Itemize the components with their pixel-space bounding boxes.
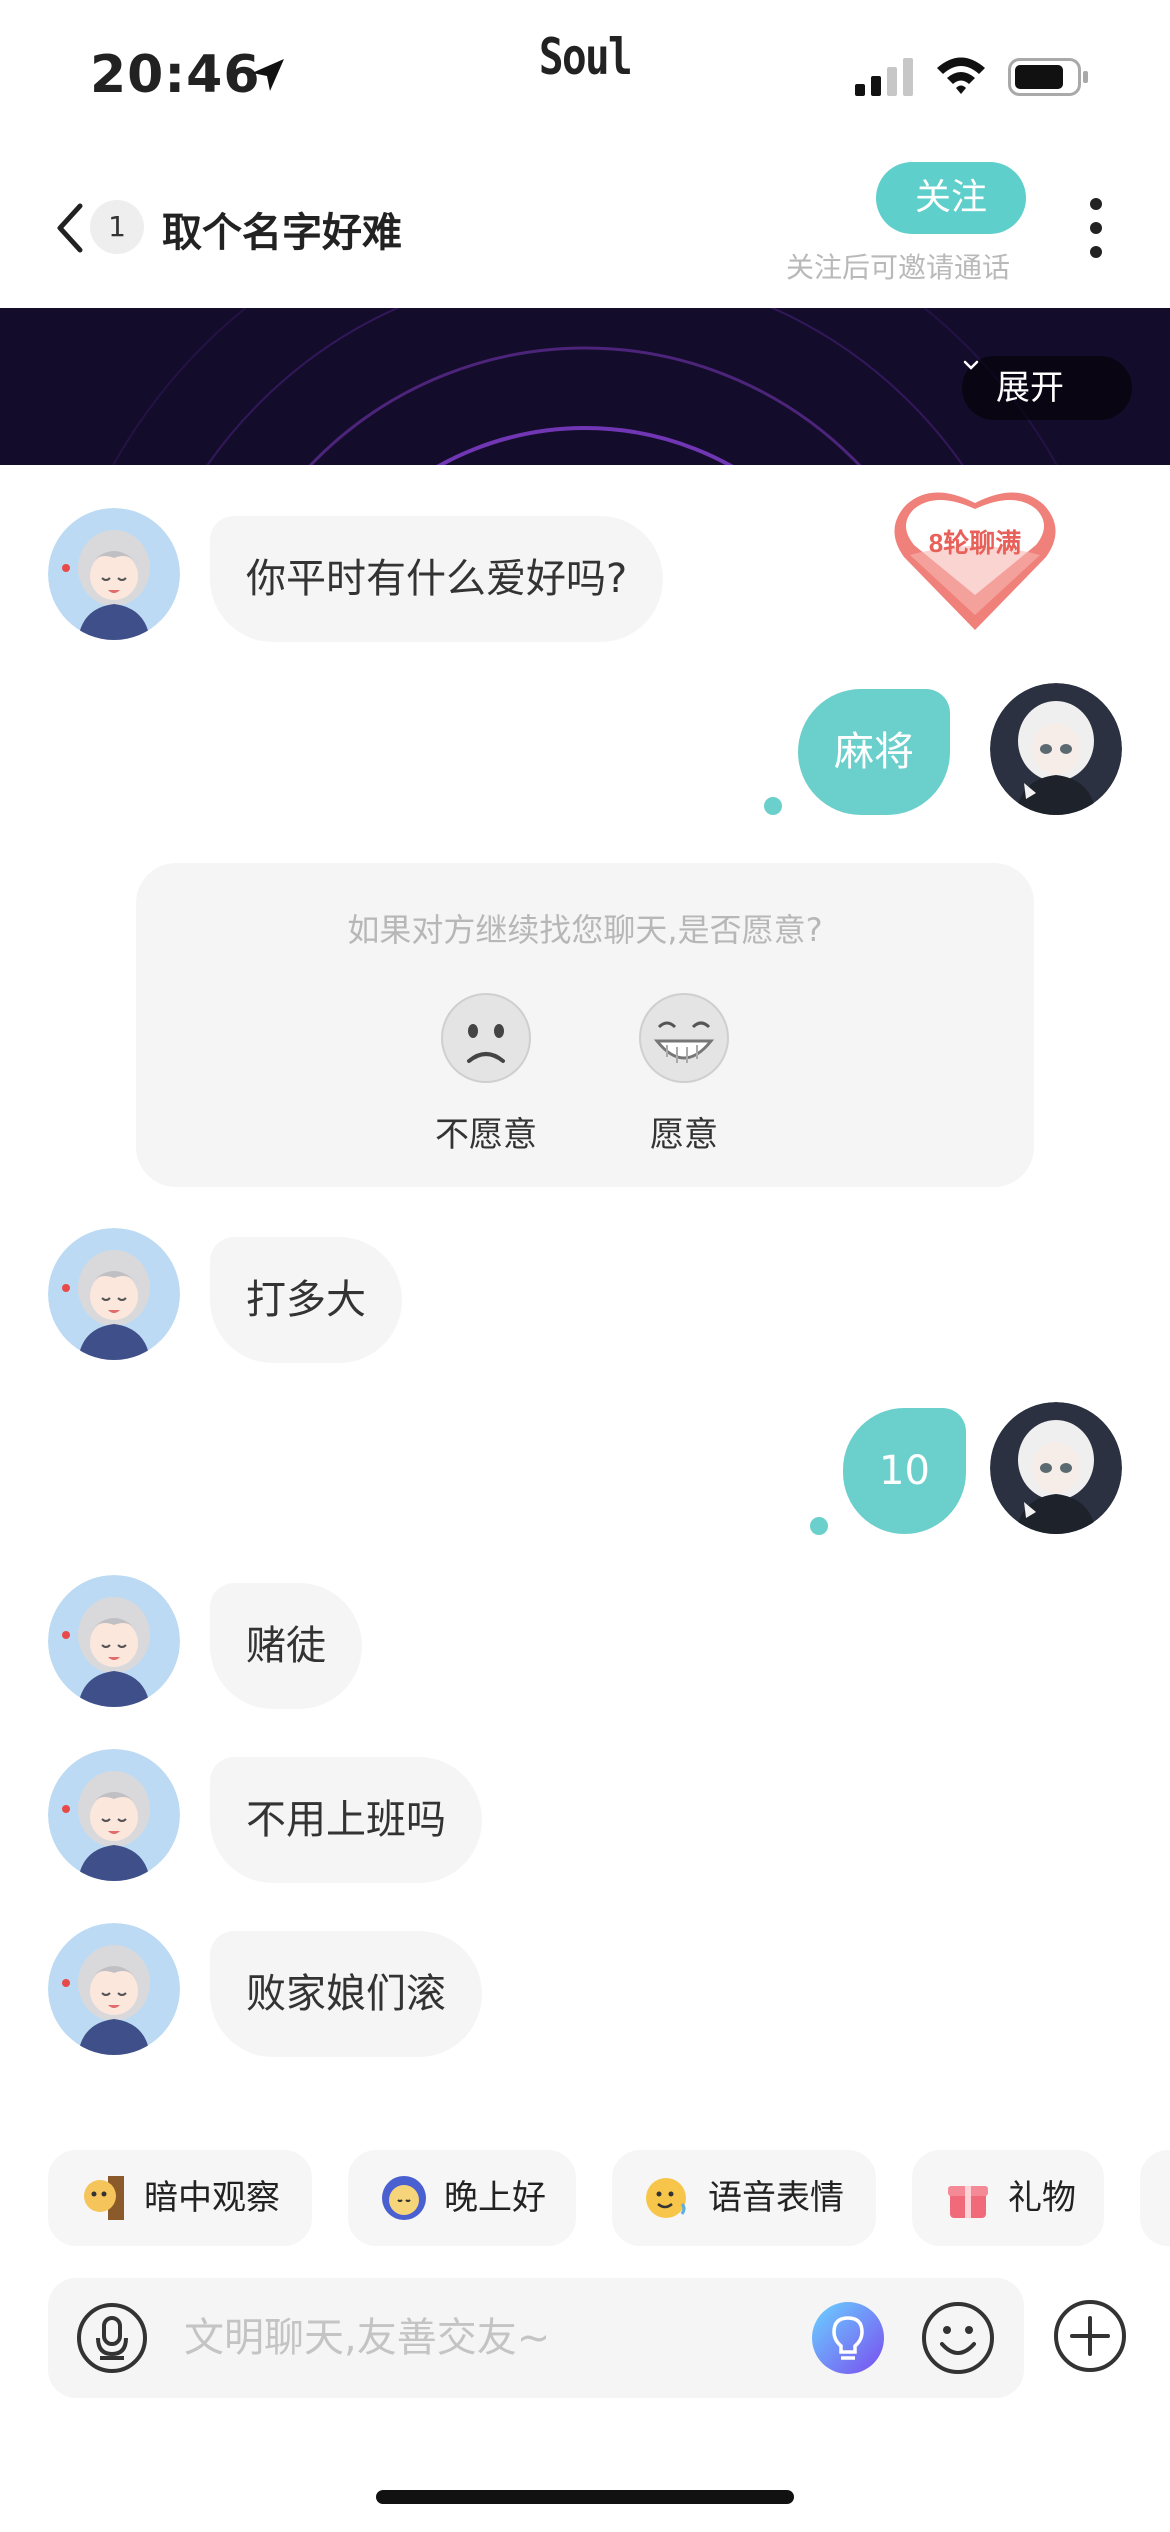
voice-emoji-icon [646, 2178, 686, 2218]
option-label: 不愿意 [435, 1115, 537, 1155]
follow-button[interactable]: 关注 [876, 162, 1026, 234]
avatar-other-image [48, 1575, 180, 1707]
purple-banner: 展开 [0, 308, 1170, 465]
app-logo: Soul [538, 28, 633, 86]
quick-action-label: 语音表情 [708, 2178, 844, 2218]
avatar-other[interactable] [48, 1575, 180, 1707]
message-bubble[interactable]: 赌徒 [210, 1583, 362, 1709]
quick-action-more-peek[interactable] [1140, 2150, 1170, 2246]
avatar-self[interactable] [990, 683, 1122, 815]
avatar-self[interactable] [990, 1402, 1122, 1534]
gift-icon [948, 2186, 988, 2218]
frowning-face-icon [441, 993, 531, 1083]
read-indicator [764, 797, 782, 815]
home-indicator [376, 2490, 794, 2504]
quick-action-label: 晚上好 [444, 2178, 546, 2218]
message-bubble[interactable]: 10 [843, 1408, 966, 1534]
message-bubble[interactable]: 败家娘们滚 [210, 1931, 482, 2057]
feedback-prompt-card: 如果对方继续找您聊天,是否愿意? 不愿意 愿意 [136, 863, 1034, 1187]
ai-bulb-icon[interactable] [810, 2300, 886, 2376]
prompt-question: 如果对方继续找您聊天,是否愿意? [347, 911, 823, 949]
vertical-dots-icon[interactable] [1082, 195, 1110, 261]
expand-button[interactable]: 展开 [962, 356, 1132, 420]
heart-badge-text: 8轮聊满 [929, 528, 1021, 558]
heart-badge[interactable]: 8轮聊满 [892, 485, 1058, 635]
peeking-dog-icon [84, 2176, 124, 2220]
moon-face-icon [382, 2176, 426, 2220]
quick-action-gift[interactable]: 礼物 [912, 2150, 1104, 2246]
message-bubble[interactable]: 打多大 [210, 1237, 402, 1363]
follow-hint: 关注后可邀请通话 [786, 251, 1011, 284]
message-composer [48, 2278, 1024, 2398]
chat-title: 取个名字好难 [162, 210, 402, 256]
grinning-face-icon [639, 993, 729, 1083]
expand-label: 展开 [996, 368, 1064, 408]
unread-count-badge[interactable]: 1 [90, 200, 144, 254]
quick-actions-bar: 暗中观察 晚上好 语音表情 礼物 [0, 2150, 1170, 2250]
option-unwilling[interactable]: 不愿意 [406, 991, 566, 1156]
chat-header: 1 取个名字好难 关注 关注后可邀请通话 [0, 150, 1170, 308]
option-willing[interactable]: 愿意 [604, 991, 764, 1156]
avatar-other[interactable] [48, 508, 180, 640]
message-input[interactable] [184, 2308, 824, 2368]
avatar-other[interactable] [48, 1923, 180, 2055]
avatar-self-image [990, 683, 1122, 815]
avatar-other[interactable] [48, 1749, 180, 1881]
message-bubble[interactable]: 你平时有什么爱好吗? [210, 516, 664, 642]
avatar-other-image [48, 1749, 180, 1881]
quick-action-label: 暗中观察 [144, 2178, 280, 2218]
avatar-other-image [48, 508, 180, 640]
chevron-down-icon [963, 360, 979, 370]
quick-action-label: 礼物 [1008, 2178, 1076, 2218]
quick-action-good-evening[interactable]: 晚上好 [348, 2150, 576, 2246]
message-bubble[interactable]: 不用上班吗 [210, 1757, 482, 1883]
message-bubble[interactable]: 麻将 [798, 689, 950, 815]
wifi-icon [937, 57, 985, 94]
read-indicator [810, 1517, 828, 1535]
quick-action-voice-emoji[interactable]: 语音表情 [612, 2150, 876, 2246]
avatar-self-image [990, 1402, 1122, 1534]
plus-icon[interactable] [1052, 2298, 1128, 2374]
avatar-other[interactable] [48, 1228, 180, 1360]
avatar-other-image [48, 1228, 180, 1360]
battery-icon [1008, 58, 1088, 96]
message-list: 8轮聊满 你平时有什么爱好吗? 麻将 如果对方继续找您聊天,是否愿意? 不愿意 … [0, 465, 1170, 2120]
avatar-other-image [48, 1923, 180, 2055]
chevron-left-icon[interactable] [52, 200, 88, 256]
quick-action-peek[interactable]: 暗中观察 [48, 2150, 312, 2246]
emoji-icon[interactable] [920, 2300, 996, 2376]
cellular-signal-icon [855, 58, 913, 96]
status-bar: 20:46 Soul [0, 0, 1170, 150]
voice-icon[interactable] [76, 2302, 148, 2374]
option-label: 愿意 [650, 1115, 718, 1155]
